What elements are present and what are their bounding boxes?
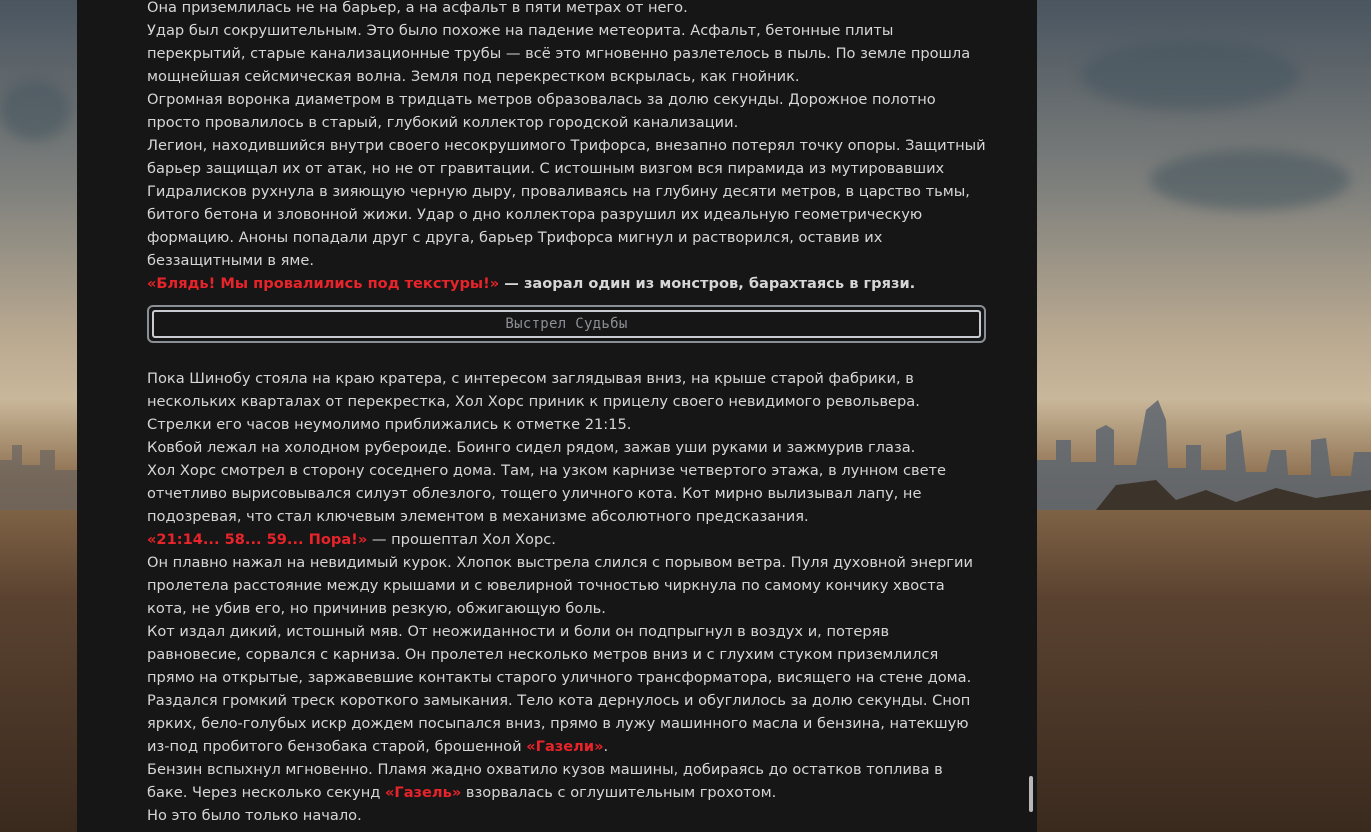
background-cloud [0,80,70,140]
story-text-block: Она приземлилась не на барьер, а на асфа… [147,0,987,295]
paragraph-text: Но это было только начало. [147,807,362,824]
paragraph-text: Удар был сокрушительным. Это было похоже… [147,22,971,85]
background-cloud [1080,40,1300,110]
story-paragraph: Он плавно нажал на невидимый курок. Хлоп… [147,551,987,620]
paragraph-text: Пока Шинобу стояла на краю кратера, с ин… [147,370,920,410]
paragraph-text: Огромная воронка диаметром в тридцать ме… [147,91,936,131]
paragraph-text: Она приземлилась не на барьер, а на асфа… [147,0,688,16]
story-paragraph: Удар был сокрушительным. Это было похоже… [147,19,987,88]
background-ruins [0,445,78,510]
story-paragraph: «21:14... 58... 59... Пора!» — прошептал… [147,528,987,551]
dialogue-quote: «21:14... 58... 59... Пора!» [147,531,368,548]
story-paragraph: Раздался громкий треск короткого замыкан… [147,689,987,758]
story-paragraph: Легион, находившийся внутри своего несок… [147,134,987,272]
story-paragraph: Хол Хорс смотрел в сторону соседнего дом… [147,459,987,528]
story-paragraph: Огромная воронка диаметром в тридцать ме… [147,88,987,134]
paragraph-text: Легион, находившийся внутри своего несок… [147,137,986,269]
paragraph-text: Он плавно нажал на невидимый курок. Хлоп… [147,554,973,617]
background-ruins [1036,400,1371,510]
story-paragraph: Кот издал дикий, истошный мяв. От неожид… [147,620,987,689]
paragraph-text: — прошептал Хол Хорс. [367,531,556,548]
story-paragraph: Но это было только начало. [147,804,987,827]
story-paragraph: «Блядь! Мы провалились под текстуры!» — … [147,272,987,295]
dialogue-quote: «Блядь! Мы провалились под текстуры!» [147,275,500,292]
dialogue-quote: «Газель» [384,784,462,801]
paragraph-text: Стрелки его часов неумолимо приближались… [147,416,632,433]
story-text-block: Пока Шинобу стояла на краю кратера, с ин… [147,367,987,827]
paragraph-text: Кот издал дикий, истошный мяв. От неожид… [147,623,972,686]
background-cloud [1150,150,1350,210]
scrollbar-thumb[interactable] [1029,776,1033,812]
story-paragraph: Стрелки его часов неумолимо приближались… [147,413,987,436]
story-paragraph: Бензин вспыхнул мгновенно. Пламя жадно о… [147,758,987,804]
story-paragraph: Ковбой лежал на холодном рубероиде. Боин… [147,436,987,459]
paragraph-text: . [603,738,609,755]
paragraph-text: взорвалась с оглушительным грохотом. [461,784,777,801]
story-paragraph: Она приземлилась не на барьер, а на асфа… [147,0,987,19]
story-panel: Она приземлилась не на барьер, а на асфа… [77,0,1037,832]
dialogue-quote: «Газели» [526,738,604,755]
chapter-divider-button[interactable]: Выстрел Судьбы [147,305,986,343]
paragraph-text: Хол Хорс смотрел в сторону соседнего дом… [147,462,947,525]
paragraph-text: Ковбой лежал на холодном рубероиде. Боин… [147,439,916,456]
story-paragraph: Пока Шинобу стояла на краю кратера, с ин… [147,367,987,413]
paragraph-text: — заорал один из монстров, барахтаясь в … [499,275,916,292]
chapter-title: Выстрел Судьбы [152,310,981,338]
